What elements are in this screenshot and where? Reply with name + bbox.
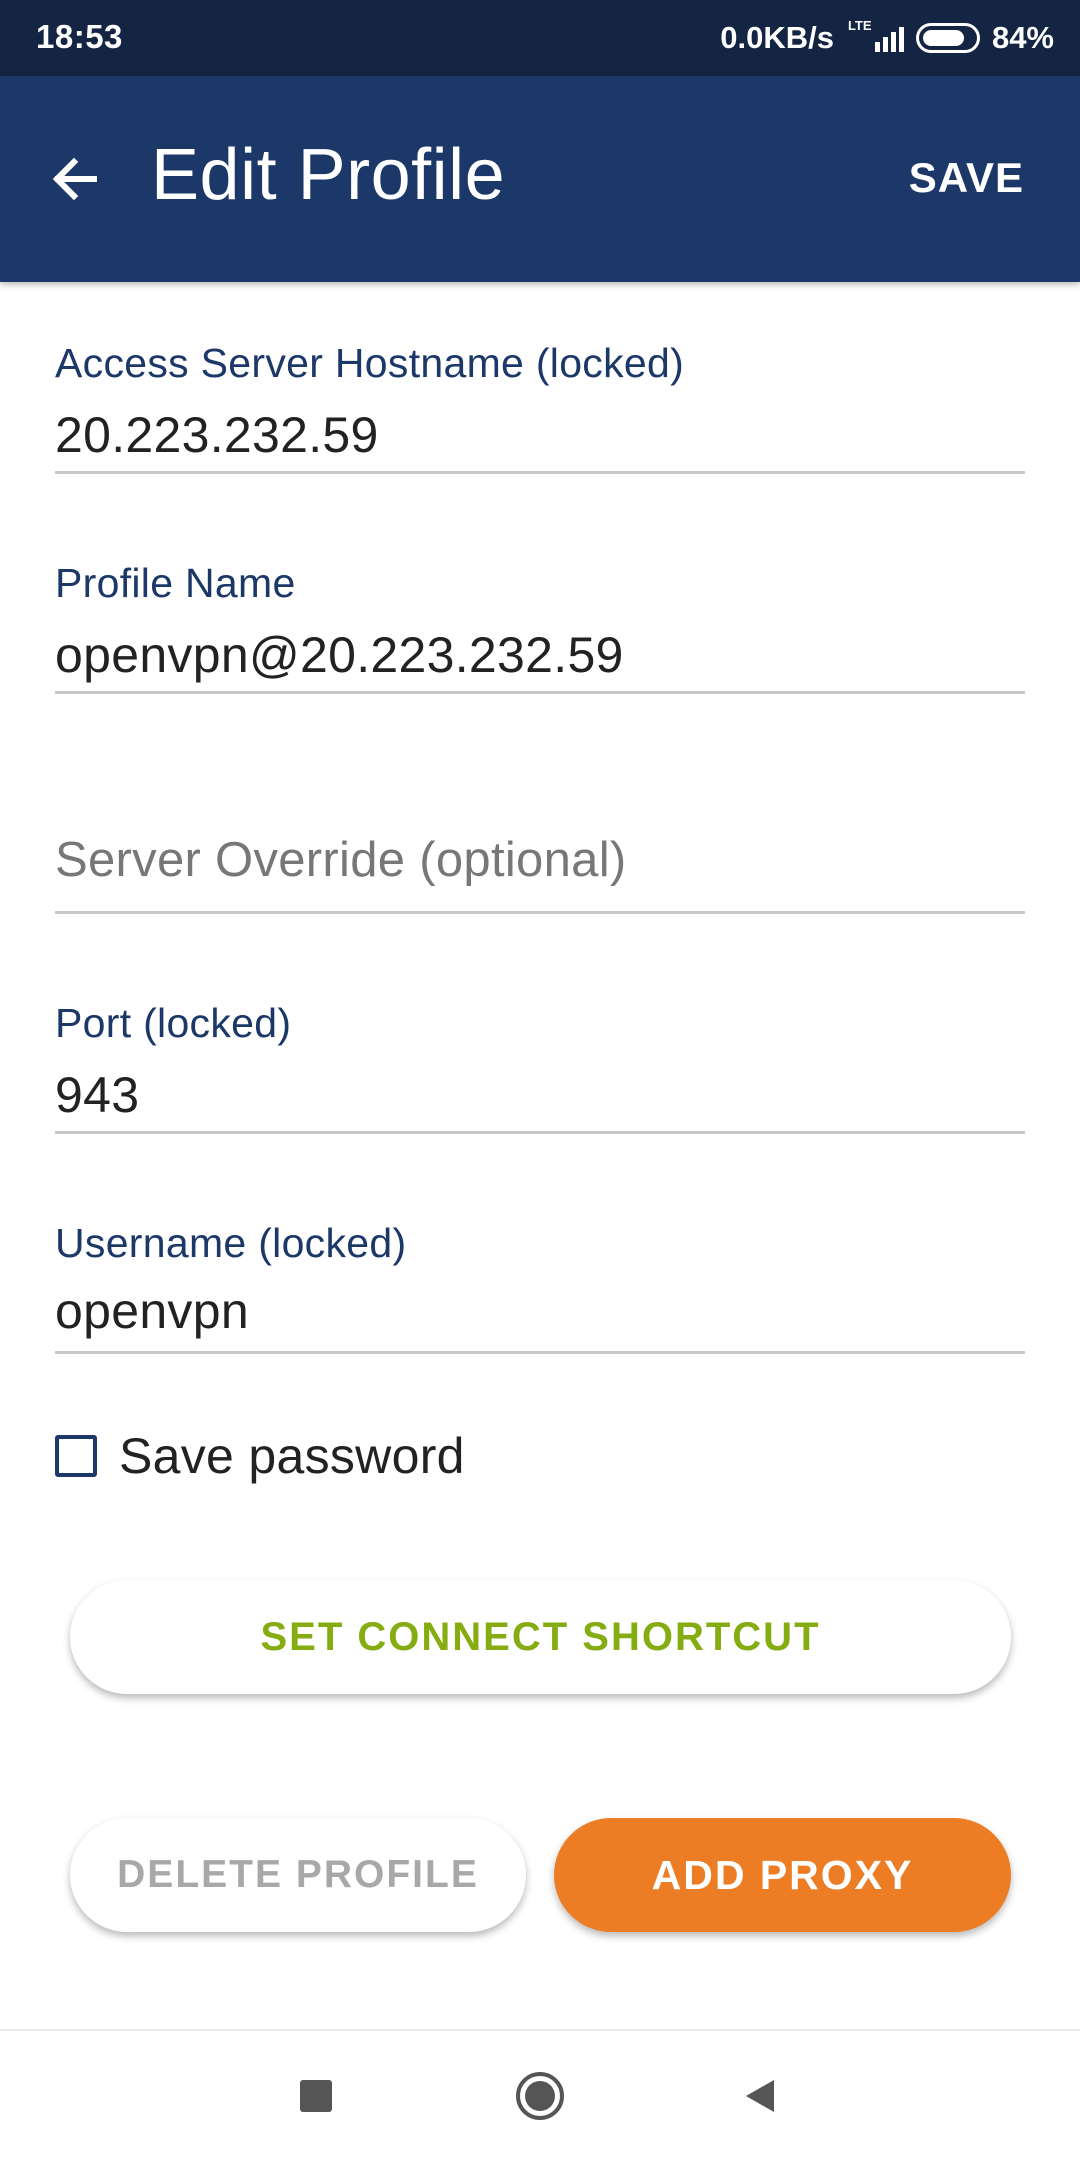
- profile-name-field[interactable]: Profile Name openvpn@20.223.232.59: [55, 550, 1025, 695]
- hostname-field[interactable]: Access Server Hostname (locked) 20.223.2…: [55, 330, 1025, 475]
- profile-name-underline: [55, 691, 1025, 694]
- back-icon[interactable]: [700, 2031, 820, 2160]
- recent-apps-icon[interactable]: [256, 2031, 376, 2160]
- username-underline: [55, 1351, 1025, 1354]
- add-proxy-button[interactable]: ADD PROXY: [554, 1818, 1011, 1932]
- username-value: openvpn: [55, 1283, 249, 1339]
- home-icon[interactable]: [480, 2031, 600, 2160]
- app-bar: Edit Profile SAVE: [0, 76, 1080, 282]
- username-label: Username (locked): [55, 1220, 407, 1266]
- network-speed: 0.0KB/s: [720, 20, 834, 55]
- server-override-underline: [55, 911, 1025, 914]
- profile-name-label: Profile Name: [55, 560, 296, 606]
- hostname-underline: [55, 471, 1025, 474]
- hostname-value: 20.223.232.59: [55, 407, 379, 463]
- set-connect-shortcut-button[interactable]: SET CONNECT SHORTCUT: [70, 1580, 1011, 1694]
- delete-profile-button[interactable]: DELETE PROFILE: [70, 1818, 526, 1932]
- server-override-field[interactable]: Server Override (optional): [55, 820, 1025, 915]
- profile-name-value: openvpn@20.223.232.59: [55, 627, 624, 683]
- network-type: LTE: [847, 18, 872, 33]
- save-password-row[interactable]: Save password: [55, 1428, 465, 1484]
- page-title: Edit Profile: [151, 135, 506, 215]
- username-field[interactable]: Username (locked) openvpn: [55, 1210, 1025, 1355]
- signal-icon: LTE: [846, 18, 904, 58]
- battery-icon: [915, 23, 980, 53]
- arrow-back-icon[interactable]: [44, 144, 114, 214]
- save-password-checkbox[interactable]: [55, 1435, 97, 1477]
- status-indicators: 0.0KB/s LTE 84%: [720, 16, 1054, 60]
- server-override-placeholder: Server Override (optional): [55, 833, 627, 887]
- port-field[interactable]: Port (locked) 943: [55, 990, 1025, 1135]
- status-time: 18:53: [36, 18, 123, 55]
- port-underline: [55, 1131, 1025, 1134]
- system-nav-bar: [0, 2031, 1080, 2160]
- port-value: 943: [55, 1067, 140, 1123]
- battery-percent: 84%: [991, 20, 1054, 55]
- port-label: Port (locked): [55, 1000, 292, 1046]
- hostname-label: Access Server Hostname (locked): [55, 340, 685, 386]
- save-button[interactable]: SAVE: [909, 154, 1024, 202]
- status-bar: 18:53 0.0KB/s LTE 84%: [0, 0, 1080, 76]
- save-password-label: Save password: [119, 1428, 465, 1484]
